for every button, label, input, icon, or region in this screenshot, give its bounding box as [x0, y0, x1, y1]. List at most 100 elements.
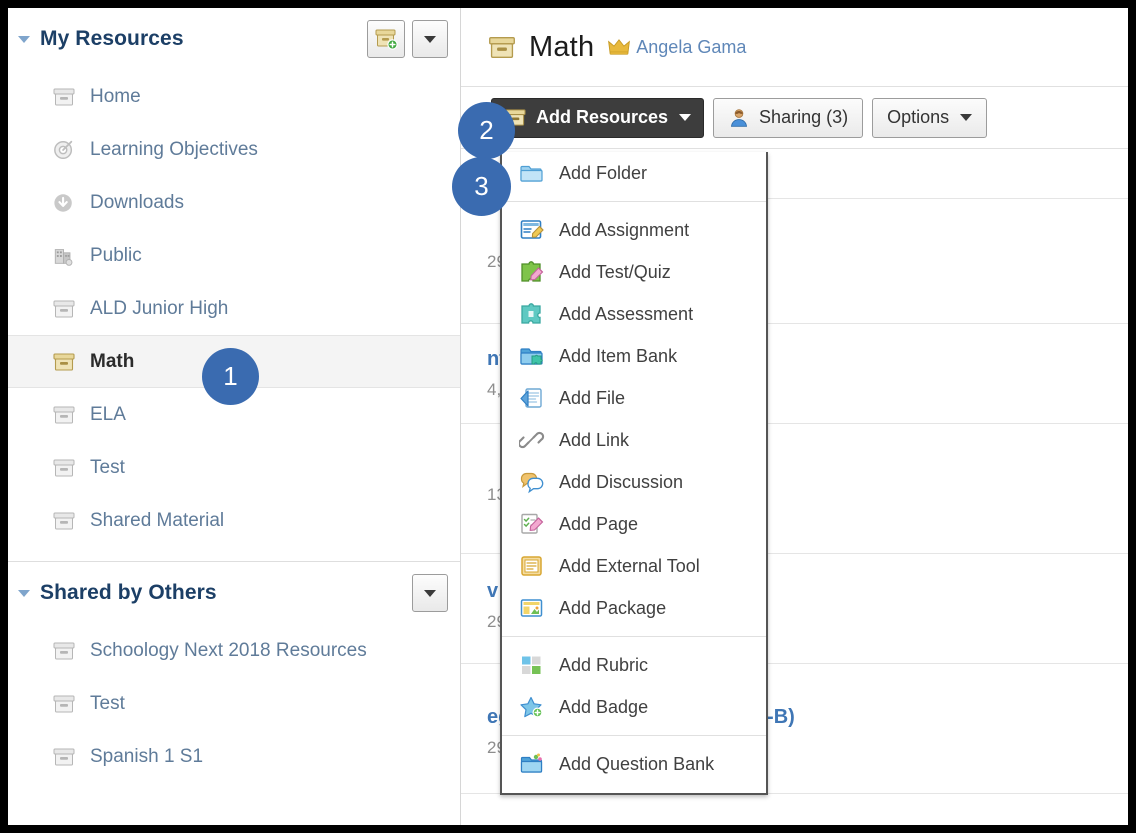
sidebar-item-label: Shared Material: [90, 509, 225, 531]
sidebar-section-header-my-resources[interactable]: My Resources: [8, 8, 460, 70]
download-circle-icon: [52, 192, 76, 214]
menu-item-label: Add Page: [559, 513, 639, 534]
content-toolbar: Add Resources Sharing (3) Options: [461, 87, 1128, 149]
step-badge-2: 2: [458, 102, 515, 159]
external-tool-icon: [519, 553, 545, 579]
menu-item-add-assessment[interactable]: Add Assessment: [502, 293, 766, 335]
sidebar-item-public[interactable]: Public: [8, 229, 460, 282]
options-button[interactable]: Options: [872, 97, 988, 138]
menu-item-label: Add External Tool: [559, 555, 700, 576]
add-resources-menu: Add Folder Add Assignment Add Test/Quiz …: [500, 152, 768, 795]
sidebar-item-label: Public: [90, 244, 142, 266]
menu-item-label: Add Package: [559, 597, 667, 618]
menu-item-add-test-quiz[interactable]: Add Test/Quiz: [502, 251, 766, 293]
step-number: 2: [479, 115, 494, 145]
box-icon: [52, 693, 76, 715]
menu-separator: [502, 201, 766, 202]
puzzle-teal-icon: [519, 301, 545, 327]
sidebar-item-home[interactable]: Home: [8, 70, 460, 123]
caret-down-icon: [424, 589, 436, 597]
sidebar: My Resources Home Learning Objectives Do…: [8, 8, 461, 825]
menu-item-label: Add Discussion: [559, 471, 684, 492]
menu-item-label: Add Item Bank: [559, 345, 678, 366]
sidebar-item-shared-material[interactable]: Shared Material: [8, 494, 460, 547]
sidebar-item-schoology-next-2018-resources[interactable]: Schoology Next 2018 Resources: [8, 624, 460, 677]
page-pencil-icon: [519, 511, 545, 537]
caret-down-icon: [679, 114, 692, 121]
menu-item-label: Add Assignment: [559, 219, 690, 240]
badge-star-icon: [519, 694, 545, 720]
menu-item-label: Add Assessment: [559, 303, 694, 324]
box-gold-icon: [487, 34, 517, 61]
box-icon: [52, 510, 76, 532]
box-gold-icon: [52, 351, 76, 373]
menu-item-label: Add Link: [559, 429, 630, 450]
box-icon: [52, 457, 76, 479]
folder-icon: [519, 160, 545, 186]
sidebar-item-ald-junior-high[interactable]: ALD Junior High: [8, 282, 460, 335]
caret-down-icon: [960, 114, 973, 121]
menu-item-add-item-bank[interactable]: Add Item Bank: [502, 335, 766, 377]
menu-item-add-assignment[interactable]: Add Assignment: [502, 209, 766, 251]
sidebar-item-label: Schoology Next 2018 Resources: [90, 639, 367, 661]
sidebar-list-shared-by-others: Schoology Next 2018 Resources Test Spani…: [8, 624, 460, 783]
box-icon: [52, 298, 76, 320]
sidebar-section-title: Shared by Others: [40, 581, 217, 604]
sidebar-item-label: ELA: [90, 403, 126, 425]
caret-down-icon: [424, 35, 436, 43]
sidebar-item-shared-test[interactable]: Test: [8, 677, 460, 730]
sidebar-item-learning-objectives[interactable]: Learning Objectives: [8, 123, 460, 176]
puzzle-pencil-icon: [519, 259, 545, 285]
page-header: Math Angela Gama: [461, 8, 1128, 87]
sidebar-header-buttons: [412, 574, 448, 612]
menu-item-add-file[interactable]: Add File: [502, 377, 766, 419]
add-resources-label: Add Resources: [536, 107, 669, 127]
sidebar-item-label: Spanish 1 S1: [90, 745, 204, 767]
folder-puzzle-icon: [519, 343, 545, 369]
sidebar-item-downloads[interactable]: Downloads: [8, 176, 460, 229]
owner-name[interactable]: Angela Gama: [636, 37, 746, 58]
add-resources-button[interactable]: Add Resources: [491, 97, 705, 138]
sidebar-section-header-shared-by-others[interactable]: Shared by Others: [8, 562, 460, 624]
screenshot-root: My Resources Home Learning Objectives Do…: [0, 0, 1136, 833]
menu-item-add-discussion[interactable]: Add Discussion: [502, 461, 766, 503]
sidebar-item-label: Math: [90, 350, 135, 372]
menu-item-add-rubric[interactable]: Add Rubric: [502, 644, 766, 686]
menu-item-add-folder[interactable]: Add Folder: [502, 152, 766, 194]
sidebar-item-label: Downloads: [90, 191, 184, 213]
my-resources-dropdown-button[interactable]: [412, 20, 448, 58]
crown-icon: [608, 38, 631, 56]
target-icon: [52, 139, 76, 161]
options-label: Options: [887, 107, 950, 127]
menu-item-add-question-bank[interactable]: Add Question Bank: [502, 743, 766, 785]
menu-item-label: Add Rubric: [559, 654, 649, 675]
app-page: My Resources Home Learning Objectives Do…: [8, 8, 1128, 825]
sidebar-item-label: Learning Objectives: [90, 138, 258, 160]
menu-separator: [502, 636, 766, 637]
sidebar-item-spanish-1-s1[interactable]: Spanish 1 S1: [8, 730, 460, 783]
caret-down-icon[interactable]: [18, 589, 30, 597]
menu-item-add-external-tool[interactable]: Add External Tool: [502, 545, 766, 587]
step-badge-1: 1: [202, 348, 259, 405]
step-number: 3: [474, 171, 489, 201]
menu-item-label: Add Question Bank: [559, 753, 715, 774]
assignment-icon: [519, 217, 545, 243]
sidebar-item-label: Home: [90, 85, 141, 107]
menu-item-label: Add Folder: [559, 162, 648, 183]
package-icon: [519, 595, 545, 621]
add-collection-button[interactable]: [367, 20, 405, 58]
shared-by-others-dropdown-button[interactable]: [412, 574, 448, 612]
menu-item-label: Add Test/Quiz: [559, 261, 671, 282]
sharing-button[interactable]: Sharing (3): [713, 97, 864, 138]
sidebar-header-buttons: [367, 20, 448, 58]
menu-separator: [502, 735, 766, 736]
sidebar-item-test[interactable]: Test: [8, 441, 460, 494]
menu-item-add-package[interactable]: Add Package: [502, 587, 766, 629]
menu-item-add-page[interactable]: Add Page: [502, 503, 766, 545]
menu-item-add-badge[interactable]: Add Badge: [502, 686, 766, 728]
menu-item-add-link[interactable]: Add Link: [502, 419, 766, 461]
step-badge-3: 3: [452, 157, 511, 216]
caret-down-icon[interactable]: [18, 35, 30, 43]
question-bank-icon: [519, 751, 545, 777]
box-icon: [52, 86, 76, 108]
